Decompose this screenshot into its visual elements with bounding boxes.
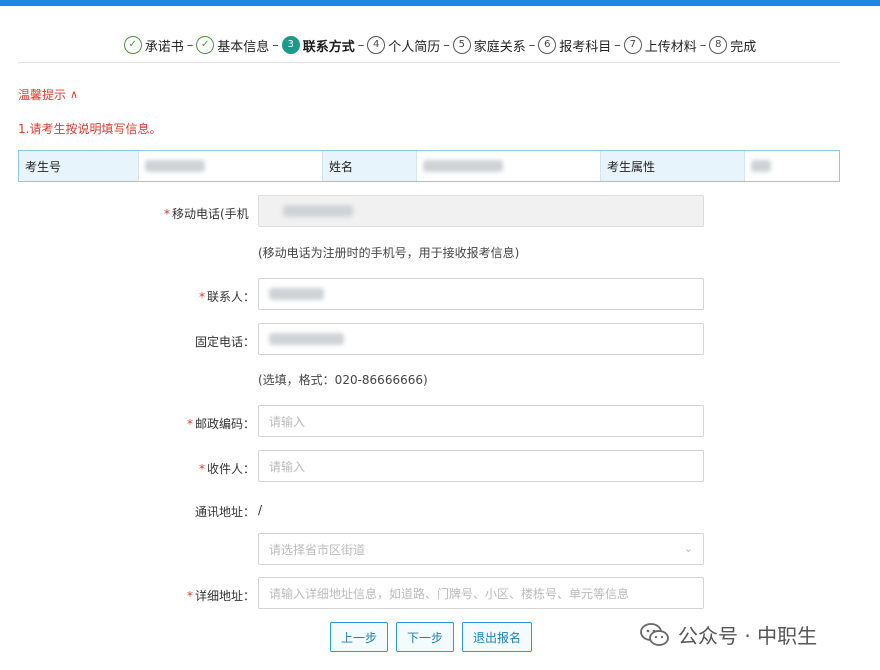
step-label: 联系方式 — [302, 39, 355, 55]
attr-label: 考生属性 — [601, 151, 745, 181]
step-label: 家庭关系 — [473, 39, 526, 55]
prev-step-button[interactable]: 上一步 — [330, 622, 388, 652]
step-finish[interactable]: 8 完成 — [709, 36, 756, 55]
attr-value — [745, 151, 839, 181]
step-label: 个人简历 — [388, 39, 441, 55]
mobile-label: * 移动电话(手机 — [164, 207, 249, 221]
postcode-field[interactable]: 请输入 — [258, 405, 704, 437]
exit-registration-button[interactable]: 退出报名 — [462, 622, 532, 652]
step-separator: – — [699, 37, 707, 53]
redacted-text — [145, 160, 205, 172]
step-number-icon: 7 — [623, 36, 642, 54]
step-number-icon: 8 — [709, 36, 728, 54]
step-number-icon: 5 — [452, 36, 471, 54]
step-number-icon: 6 — [538, 36, 557, 54]
mobile-field[interactable] — [258, 195, 704, 227]
stepper-divider — [18, 62, 840, 63]
step-label: 完成 — [730, 39, 757, 55]
watermark: 公众号 · 中职生 — [640, 620, 817, 649]
landline-hint: (选填，格式：020-86666666) — [258, 373, 428, 387]
step-pledge[interactable]: ✓ 承诺书 — [123, 36, 184, 55]
step-label: 基本信息 — [217, 39, 270, 55]
wechat-icon — [640, 622, 669, 646]
detail-placeholder: 请输入详细地址信息，如道路、门牌号、小区、楼栋号、单元等信息 — [269, 586, 630, 601]
chevron-down-icon: ⌄ — [683, 542, 693, 555]
recipient-placeholder: 请输入 — [269, 459, 306, 474]
step-upload[interactable]: 7 上传材料 — [623, 36, 697, 55]
step-separator: – — [272, 37, 279, 53]
step-separator: – — [186, 37, 194, 53]
required-mark: * — [164, 207, 170, 221]
region-select[interactable]: 请选择省市区街道 ⌄ — [258, 533, 704, 565]
recipient-field[interactable]: 请输入 — [258, 450, 704, 482]
action-buttons: 上一步 下一步 退出报名 — [330, 622, 532, 652]
check-circle-icon: ✓ — [123, 36, 142, 54]
address-label: 通讯地址： — [194, 505, 255, 519]
step-basic-info[interactable]: ✓ 基本信息 — [196, 36, 269, 55]
step-family[interactable]: 5 家庭关系 — [452, 36, 526, 55]
step-resume[interactable]: 4 个人简历 — [367, 36, 440, 55]
step-label: 报考科目 — [559, 39, 612, 55]
required-mark: * — [186, 417, 193, 431]
contact-label: * 联系人： — [198, 290, 255, 304]
top-accent-bar — [0, 0, 880, 6]
name-label: 姓名 — [323, 151, 417, 181]
next-step-button[interactable]: 下一步 — [396, 622, 454, 652]
chevron-up-icon: ∧ — [70, 88, 79, 101]
name-value — [417, 151, 601, 181]
redacted-text — [423, 160, 503, 172]
tip-title: 温馨提示 — [18, 88, 67, 102]
required-mark: * — [198, 462, 205, 476]
step-separator: – — [443, 37, 450, 53]
required-mark: * — [198, 290, 205, 304]
step-separator: – — [528, 37, 536, 53]
step-number-icon: 4 — [367, 36, 386, 54]
required-mark: * — [186, 589, 193, 603]
redacted-text — [751, 160, 771, 172]
landline-label: 固定电话： — [194, 335, 255, 349]
contact-field[interactable] — [258, 278, 704, 310]
step-separator: – — [357, 37, 365, 53]
exam-no-value — [139, 151, 323, 181]
postcode-label: * 邮政编码： — [186, 417, 255, 431]
exam-no-label: 考生号 — [19, 151, 139, 181]
progress-stepper: ✓ 承诺书 – ✓ 基本信息 – 3 联系方式 – 4 个人简历 – 5 家庭关… — [0, 32, 880, 58]
redacted-text — [269, 333, 344, 345]
address-value: / — [258, 503, 263, 517]
detail-label: * 详细地址： — [186, 589, 255, 603]
tip-text: 1.请考生按说明填写信息。 — [18, 122, 162, 136]
check-circle-icon: ✓ — [196, 36, 215, 54]
redacted-text — [283, 205, 353, 217]
watermark-text: 公众号 · 中职生 — [678, 624, 818, 648]
region-placeholder: 请选择省市区街道 — [269, 542, 366, 557]
step-contact[interactable]: 3 联系方式 — [281, 36, 355, 55]
postcode-placeholder: 请输入 — [269, 414, 306, 429]
recipient-label: * 收件人： — [198, 462, 255, 476]
tip-toggle[interactable]: 温馨提示 ∧ — [18, 86, 78, 103]
detail-address-field[interactable]: 请输入详细地址信息，如道路、门牌号、小区、楼栋号、单元等信息 — [258, 577, 704, 609]
step-label: 承诺书 — [144, 39, 184, 55]
mobile-hint: (移动电话为注册时的手机号，用于接收报考信息) — [258, 246, 520, 260]
landline-field[interactable] — [258, 323, 704, 355]
step-number-icon: 3 — [281, 36, 300, 54]
step-subjects[interactable]: 6 报考科目 — [538, 36, 611, 55]
step-label: 上传材料 — [644, 39, 697, 55]
redacted-text — [269, 288, 324, 300]
candidate-info-table: 考生号 姓名 考生属性 — [18, 150, 840, 182]
step-separator: – — [614, 37, 621, 53]
